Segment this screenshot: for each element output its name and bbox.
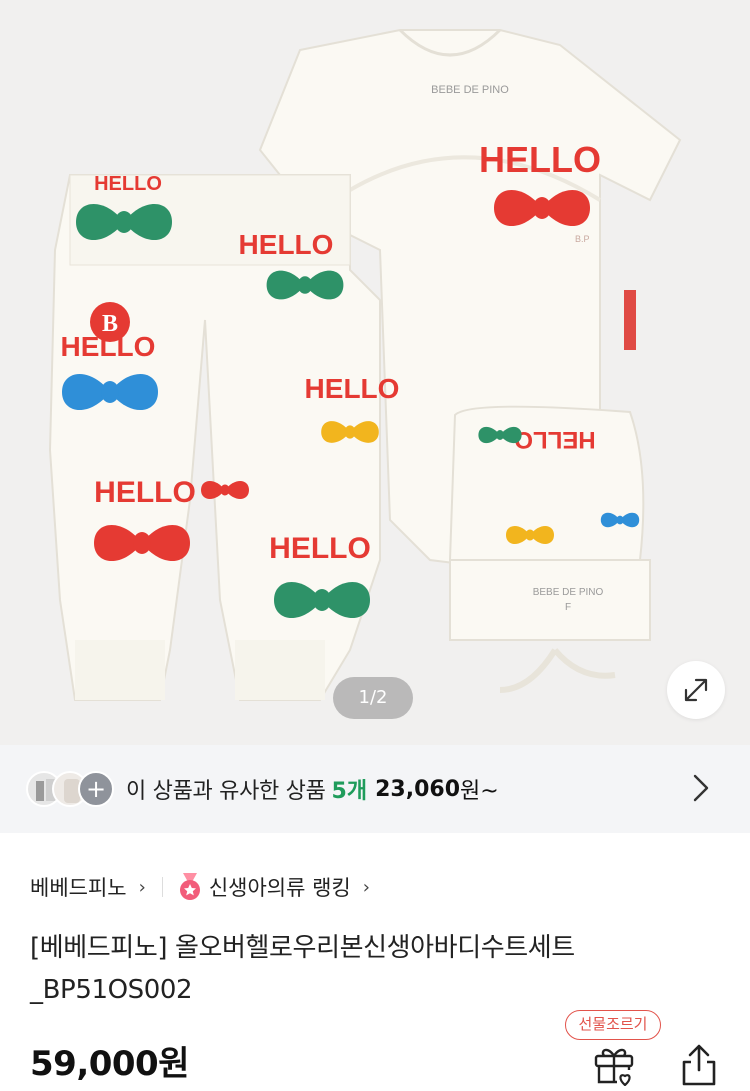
expand-icon (684, 678, 708, 702)
chevron-right-icon: › (362, 876, 370, 898)
pants-print-text-5: HELLO (94, 476, 196, 509)
bodysuit-initials-text: B.P (575, 234, 590, 244)
similar-products-price: 23,060 (375, 776, 461, 802)
category-ranking-link[interactable]: 신생아의류 랭킹 (209, 872, 351, 902)
chevron-right-icon[interactable] (692, 773, 710, 803)
pants-print-text-1: HELLO (94, 173, 162, 195)
share-icon[interactable] (679, 1042, 719, 1086)
similar-thumbnails: + (26, 769, 118, 809)
bodysuit-print-text: HELLO (479, 139, 601, 180)
more-thumbnails-plus: + (78, 771, 114, 807)
medal-icon (179, 873, 200, 900)
gift-request-badge[interactable]: 선물조르기 (565, 1010, 661, 1040)
product-price: 59,000원 (30, 1044, 189, 1084)
hat-size-text: F (565, 602, 571, 613)
brand-link[interactable]: 베베드피노 (30, 872, 127, 902)
similar-products-price-suffix: 원~ (460, 779, 499, 804)
gift-icon[interactable] (592, 1042, 636, 1086)
breadcrumb-divider (161, 877, 163, 897)
pants-print-text-6: HELLO (269, 532, 371, 565)
breadcrumb: 베베드피노 › 신생아의류 랭킹 › (30, 872, 386, 902)
product-title: [베베드피노] 올오버헬로우리본신생아바디수트세트_BP51OS002 (30, 933, 575, 1005)
pants-print-text-3: HELLO (61, 331, 156, 362)
product-image-gallery[interactable]: BEBE DE PINO HELLO B.P HELLO BEBE DE PIN… (0, 0, 750, 745)
chevron-right-icon: › (138, 876, 146, 898)
image-counter: 1/2 (333, 677, 413, 719)
similar-products-count: 5개 (331, 779, 368, 804)
similar-products-text: 이 상품과 유사한 상품 (126, 779, 326, 804)
hat-label-text: BEBE DE PINO (533, 587, 604, 598)
product-photo: BEBE DE PINO HELLO B.P HELLO BEBE DE PIN… (48, 28, 682, 701)
similar-products-bar[interactable]: + 이 상품과 유사한 상품 5개 23,060 원~ (0, 745, 750, 833)
expand-button[interactable] (667, 661, 725, 719)
pants-print-text-2: HELLO (239, 229, 334, 260)
pants-print-text-4: HELLO (305, 373, 400, 404)
hat-print-text: HELLO (514, 426, 595, 453)
bodysuit-label-text: BEBE DE PINO (431, 84, 509, 96)
